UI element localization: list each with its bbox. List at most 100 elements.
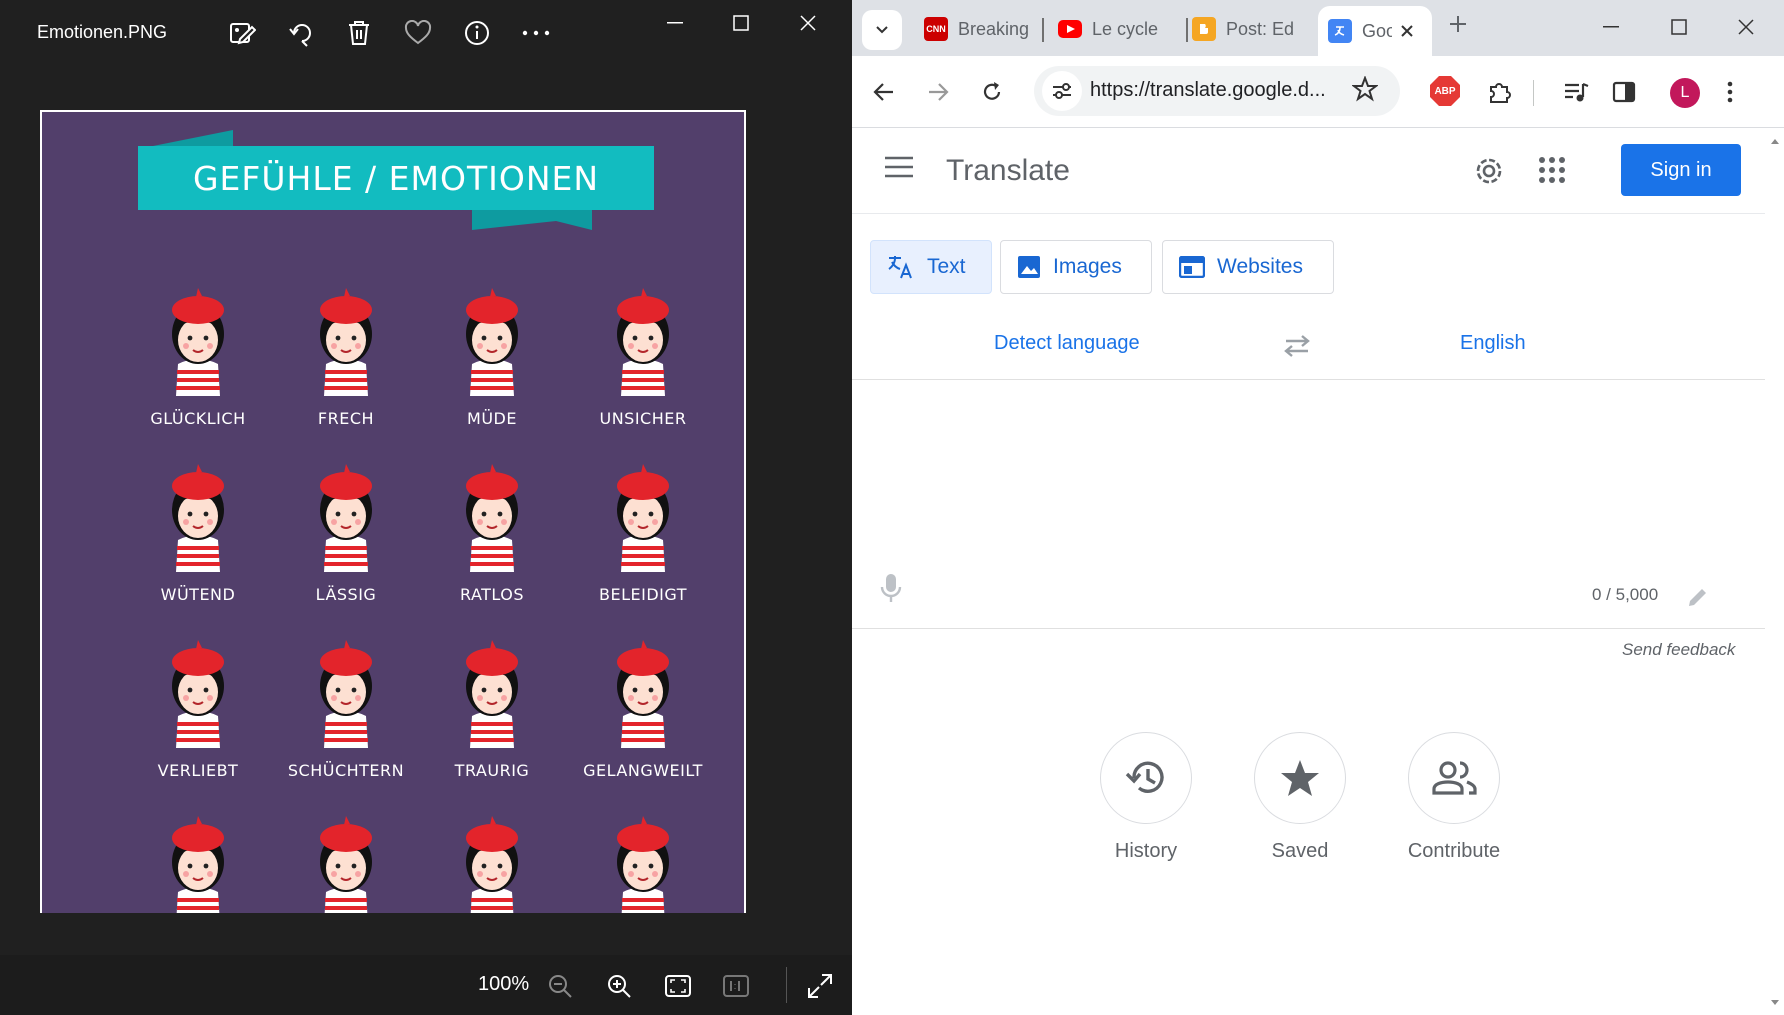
zoom-level[interactable]: 100%: [478, 973, 529, 996]
emotion-cell: BELEIDIGT: [573, 460, 713, 610]
girl-character-icon: [172, 640, 224, 748]
zoom-in-icon[interactable]: [603, 970, 635, 1002]
favorite-heart-icon[interactable]: [401, 16, 435, 50]
extensions-puzzle-icon[interactable]: [1480, 72, 1520, 112]
more-options-icon[interactable]: [519, 16, 553, 50]
contribute-button[interactable]: Contribute: [1378, 732, 1528, 892]
history-circle[interactable]: [1100, 732, 1192, 824]
fullscreen-icon[interactable]: [804, 970, 836, 1002]
emotion-label: LÄSSIG: [315, 585, 377, 604]
minimize-icon[interactable]: [653, 8, 697, 38]
girl-character-icon: [320, 464, 372, 572]
emotion-cell: GLÜCKLICH: [128, 284, 268, 434]
emotion-label: GELANGWEILT: [583, 761, 703, 780]
scroll-arrows-icon: [1771, 139, 1779, 1005]
mode-images-button[interactable]: Images: [1000, 240, 1152, 294]
image-icon: [1018, 256, 1040, 278]
mode-text-label: Text: [927, 255, 966, 278]
bookmark-star-icon[interactable]: [1352, 76, 1378, 102]
hamburger-menu-icon[interactable]: [884, 156, 914, 178]
tab-search-button[interactable]: [862, 10, 902, 50]
edit-image-icon[interactable]: [225, 16, 259, 50]
emotion-label: FRECH: [317, 409, 375, 428]
close-icon[interactable]: [1724, 12, 1768, 42]
viewer-titlebar: Emotionen.PNG: [0, 0, 852, 68]
youtube-favicon-icon: [1058, 17, 1082, 41]
image-canvas[interactable]: GEFÜHLE / EMOTIONEN GLÜCKLICH FRECH MÜDE UN…: [40, 110, 746, 913]
maximize-icon[interactable]: [719, 8, 763, 38]
cnn-favicon-icon: CNN: [924, 17, 948, 41]
zoom-out-icon[interactable]: [544, 970, 576, 1002]
settings-gear-icon[interactable]: [1472, 154, 1506, 188]
browser-toolbar: https://translate.google.d... ABP L: [852, 56, 1784, 128]
close-icon[interactable]: [786, 8, 830, 38]
girl-character-icon: [617, 464, 669, 572]
side-panel-icon[interactable]: [1604, 72, 1644, 112]
emotion-cell: SCHÜCHTERN: [276, 636, 416, 786]
history-button[interactable]: History: [1070, 732, 1220, 892]
target-language-button[interactable]: English: [1460, 332, 1526, 355]
tab-separator: [1042, 18, 1044, 42]
microphone-icon[interactable]: [880, 573, 902, 603]
emotion-cell: FRECH: [276, 284, 416, 434]
language-bar: Detect language English: [852, 316, 1765, 380]
tab-cnn[interactable]: CNN Breaking: [924, 12, 1034, 46]
tab-separator: [1186, 18, 1188, 42]
emotion-label: BELEIDIGT: [599, 585, 687, 604]
saved-circle[interactable]: [1254, 732, 1346, 824]
emotion-cell: WÜTEND: [128, 460, 268, 610]
mode-websites-button[interactable]: Websites: [1162, 240, 1334, 294]
girl-character-icon: [466, 288, 518, 396]
chrome-menu-icon[interactable]: [1710, 72, 1750, 112]
girl-character-icon: [320, 816, 372, 913]
maximize-icon[interactable]: [1657, 12, 1701, 42]
address-bar[interactable]: https://translate.google.d...: [1034, 66, 1400, 116]
page-scrollbar[interactable]: [1765, 128, 1784, 1015]
source-language-button[interactable]: Detect language: [994, 332, 1140, 355]
minimize-icon[interactable]: [1589, 12, 1633, 42]
saved-button[interactable]: Saved: [1224, 732, 1374, 892]
new-tab-plus-icon[interactable]: [1448, 14, 1468, 34]
tab-label: Le cycle: [1092, 18, 1159, 39]
adblock-plus-icon[interactable]: ABP: [1430, 76, 1460, 106]
emotion-cell: GELANGWEILT: [573, 636, 713, 786]
tab-youtube[interactable]: Le cycle: [1058, 12, 1178, 46]
tab-blogger[interactable]: Post: Ed: [1192, 12, 1317, 46]
swap-languages-icon[interactable]: [1282, 334, 1312, 358]
emotions-poster: GEFÜHLE / EMOTIONEN GLÜCKLICH FRECH MÜDE UN…: [42, 112, 744, 913]
delete-icon[interactable]: [342, 16, 376, 50]
profile-avatar[interactable]: L: [1670, 78, 1700, 108]
forward-arrow-icon[interactable]: [918, 72, 958, 112]
poster-title: GEFÜHLE / EMOTIONEN: [192, 158, 600, 198]
contribute-circle[interactable]: [1408, 732, 1500, 824]
chrome-window: CNN Breaking Le cycle Post: Ed Goo https…: [852, 0, 1784, 1015]
info-icon[interactable]: [460, 16, 494, 50]
tab-label: Goo: [1362, 20, 1392, 41]
back-arrow-icon[interactable]: [864, 72, 904, 112]
source-text-area[interactable]: 0 / 5,000: [852, 381, 1765, 629]
girl-character-icon: [172, 816, 224, 913]
url-text[interactable]: https://translate.google.d...: [1090, 79, 1326, 102]
send-feedback-link[interactable]: Send feedback: [1622, 640, 1735, 660]
emotion-cell: RATLOS: [422, 460, 562, 610]
fit-to-window-icon[interactable]: [662, 970, 694, 1002]
translate-header: Translate Sign in: [852, 128, 1765, 214]
media-controls-icon[interactable]: [1556, 72, 1596, 112]
sign-in-button[interactable]: Sign in: [1621, 144, 1741, 196]
character-counter: 0 / 5,000: [1592, 585, 1659, 604]
reload-icon[interactable]: [972, 72, 1012, 112]
handwriting-pencil-icon[interactable]: [1686, 585, 1710, 609]
translate-brand[interactable]: Translate: [946, 154, 1070, 188]
mode-text-button[interactable]: Text: [870, 240, 992, 294]
photos-viewer-window: Emotionen.PNG GEFÜHLE / EMOTIONEN GLÜCKL…: [0, 0, 852, 1015]
emotion-cell: UNSICHER: [573, 284, 713, 434]
emotion-label: GLÜCKLICH: [150, 409, 246, 428]
emotion-label: RATLOS: [459, 585, 525, 604]
google-apps-icon[interactable]: [1538, 156, 1566, 184]
banner-tail: [472, 210, 592, 230]
tab-close-icon[interactable]: [1400, 24, 1414, 38]
site-settings-icon[interactable]: [1042, 71, 1082, 111]
actual-size-icon[interactable]: [720, 970, 752, 1002]
tab-google-translate[interactable]: Goo: [1318, 6, 1432, 56]
rotate-icon[interactable]: [285, 16, 319, 50]
